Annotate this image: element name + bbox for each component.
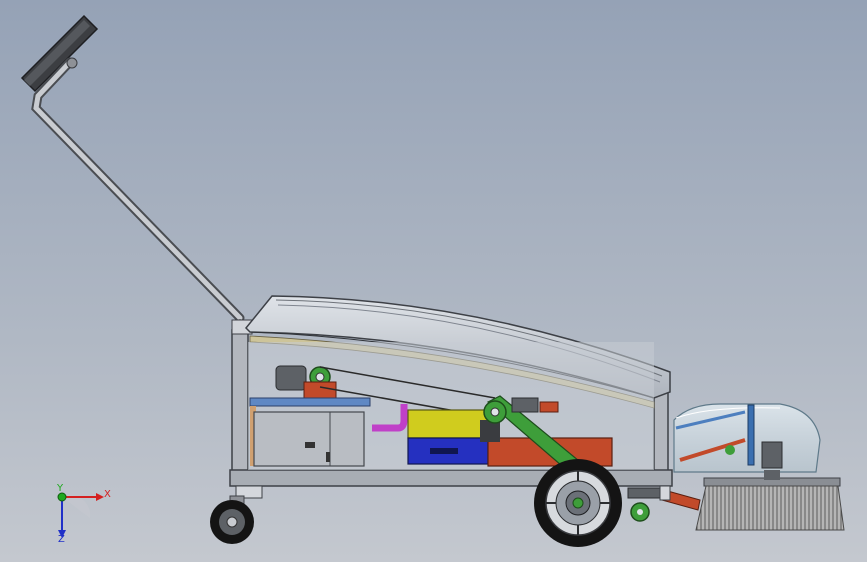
brush-linkage [627, 485, 701, 522]
x-axis-label: X [104, 489, 111, 500]
z-axis-label: Z [58, 534, 65, 545]
cad-viewport[interactable]: X Y Z [0, 0, 867, 562]
control-box [253, 411, 365, 467]
side-brush-shield [673, 403, 821, 473]
axis-triad: X Y Z [56, 483, 111, 545]
main-drive-wheel [534, 459, 622, 547]
handle-tube [31, 57, 245, 323]
sweeper-model-drawing: X Y Z [20, 14, 845, 547]
y-axis-marker [57, 492, 67, 502]
y-axis-label: Y [56, 483, 64, 494]
caster-wheel-assembly [210, 485, 263, 544]
handle-assembly[interactable] [20, 14, 246, 331]
water-tank [407, 409, 489, 465]
handle-grip-panel [20, 14, 99, 93]
side-brush [695, 470, 845, 531]
